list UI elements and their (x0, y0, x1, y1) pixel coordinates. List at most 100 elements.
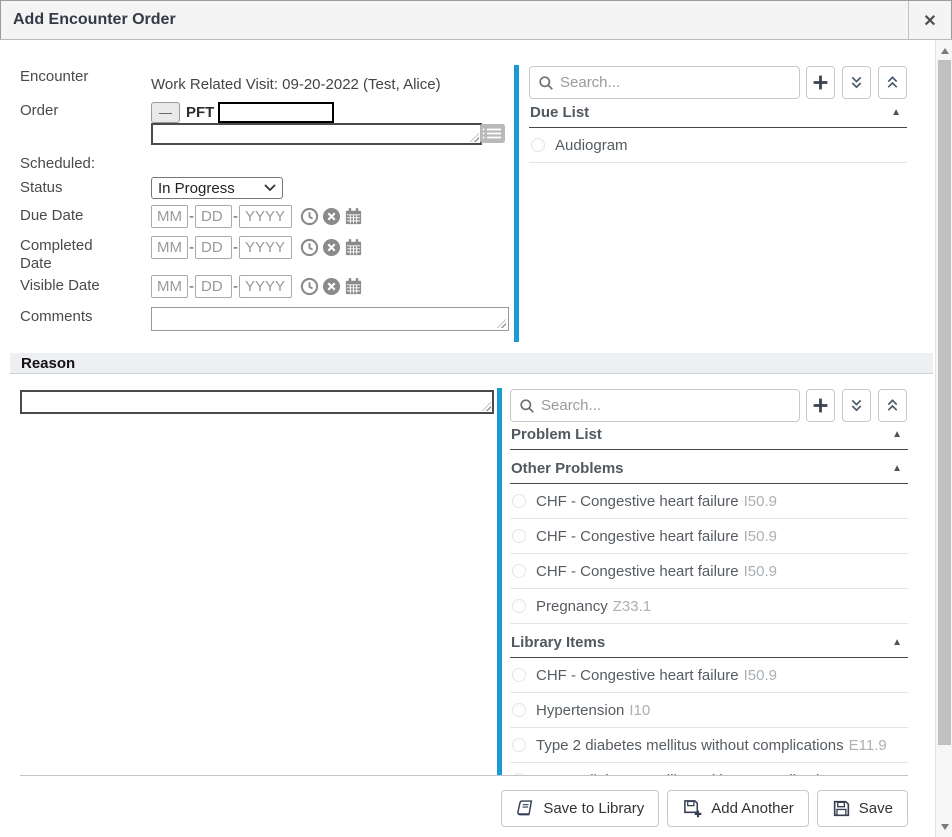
other-problems-title: Other Problems (511, 460, 624, 477)
due-collapse-all-button[interactable] (878, 66, 907, 99)
calendar-icon[interactable] (344, 277, 363, 296)
status-select[interactable]: In Progress (151, 177, 283, 199)
due-date-label: Due Date (20, 207, 122, 225)
calendar-icon[interactable] (344, 207, 363, 226)
library-item[interactable]: CHF - Congestive heart failureI50.9 (510, 658, 908, 693)
reason-input[interactable] (20, 390, 494, 414)
order-label: Order (20, 102, 122, 120)
scroll-up-icon (941, 48, 949, 54)
clock-icon[interactable] (300, 277, 319, 296)
problem-expand-all-button[interactable] (842, 389, 871, 422)
problem-collapse-all-button[interactable] (878, 389, 907, 422)
save-label: Save (859, 800, 893, 817)
save-button[interactable]: Save (817, 790, 908, 827)
order-secondary-input[interactable] (151, 123, 482, 145)
encounter-value: Work Related Visit: 09-20-2022 (Test, Al… (151, 76, 441, 93)
date-dash: - (189, 278, 194, 295)
plus-icon (812, 397, 829, 414)
footer-actions: Save to Library Add Another Save (501, 790, 908, 827)
plus-icon (812, 74, 829, 91)
radio-icon[interactable] (512, 703, 526, 717)
problem-name: CHF - Congestive heart failure (536, 667, 739, 684)
problem-item[interactable]: CHF - Congestive heart failureI50.9 (510, 554, 908, 589)
comments-input[interactable] (151, 307, 509, 331)
clock-icon[interactable] (300, 238, 319, 257)
double-chevron-up-icon (885, 75, 900, 90)
due-date-mm-input[interactable] (151, 205, 188, 228)
library-item[interactable]: Type 1 diabetes mellitus without complic… (510, 763, 908, 775)
reason-header: Reason (21, 355, 75, 372)
encounter-label: Encounter (20, 68, 122, 86)
library-items-title: Library Items (511, 634, 605, 651)
problem-search-box (510, 389, 800, 422)
due-date-yyyy-input[interactable] (239, 205, 292, 228)
completed-date-dd-input[interactable] (195, 236, 232, 259)
other-problems-header[interactable]: Other Problems ▲ (510, 460, 908, 484)
add-another-button[interactable]: Add Another (667, 790, 809, 827)
close-icon: ✕ (923, 11, 936, 31)
radio-icon[interactable] (512, 529, 526, 543)
comments-label: Comments (20, 308, 122, 326)
dialog-header: Add Encounter Order ✕ (0, 0, 952, 40)
order-chip-row: — PFT (151, 102, 334, 123)
chevron-down-icon (264, 184, 276, 192)
visible-date-mm-input[interactable] (151, 275, 188, 298)
problem-item[interactable]: PregnancyZ33.1 (510, 589, 908, 624)
problem-add-button[interactable] (806, 389, 835, 422)
due-date-dd-input[interactable] (195, 205, 232, 228)
comments-wrap (151, 307, 509, 331)
problem-name: Hypertension (536, 702, 624, 719)
minus-icon: — (159, 105, 172, 120)
clear-date-icon[interactable] (322, 238, 341, 257)
radio-icon[interactable] (531, 138, 545, 152)
dialog-title: Add Encounter Order (1, 11, 176, 29)
scroll-down-button[interactable] (936, 818, 952, 835)
problem-name: CHF - Congestive heart failure (536, 493, 739, 510)
panel-accent-bar (514, 65, 519, 342)
due-list-header[interactable]: Due List ▲ (529, 104, 907, 128)
completed-date-yyyy-input[interactable] (239, 236, 292, 259)
add-another-label: Add Another (711, 800, 794, 817)
clock-icon[interactable] (300, 207, 319, 226)
problem-code: Z33.1 (613, 598, 651, 615)
close-button[interactable]: ✕ (908, 1, 951, 40)
clear-date-icon[interactable] (322, 207, 341, 226)
visible-date-dd-input[interactable] (195, 275, 232, 298)
status-select-value: In Progress (158, 180, 235, 197)
remove-order-button[interactable]: — (151, 102, 180, 123)
radio-icon[interactable] (512, 668, 526, 682)
save-to-library-button[interactable]: Save to Library (501, 790, 659, 827)
completed-date-mm-input[interactable] (151, 236, 188, 259)
library-item[interactable]: HypertensionI10 (510, 693, 908, 728)
problem-name: Type 2 diabetes mellitus without complic… (536, 737, 844, 754)
radio-icon[interactable] (512, 494, 526, 508)
due-list-item[interactable]: Audiogram (529, 128, 907, 163)
visible-date-row: - - (151, 275, 363, 298)
order-chip: PFT (186, 104, 214, 121)
save-icon (832, 799, 851, 818)
radio-icon[interactable] (512, 564, 526, 578)
due-add-button[interactable] (806, 66, 835, 99)
order-list-button[interactable] (479, 122, 506, 145)
scrollbar-thumb[interactable] (938, 60, 951, 745)
due-item-label: Audiogram (555, 137, 628, 154)
radio-icon[interactable] (512, 738, 526, 752)
problem-search-input[interactable] (541, 397, 791, 414)
radio-icon[interactable] (512, 599, 526, 613)
problem-item[interactable]: CHF - Congestive heart failureI50.9 (510, 519, 908, 554)
collapse-icon: ▲ (892, 429, 902, 440)
visible-date-yyyy-input[interactable] (239, 275, 292, 298)
due-expand-all-button[interactable] (842, 66, 871, 99)
collapse-icon: ▲ (892, 637, 902, 648)
problem-code: I50.9 (744, 493, 777, 510)
library-items-header[interactable]: Library Items ▲ (510, 634, 908, 658)
problem-list-header[interactable]: Problem List ▲ (510, 426, 908, 450)
library-item[interactable]: Type 2 diabetes mellitus without complic… (510, 728, 908, 763)
order-input[interactable] (218, 102, 334, 123)
clear-date-icon[interactable] (322, 277, 341, 296)
vertical-scrollbar[interactable] (935, 40, 952, 837)
due-search-input[interactable] (560, 74, 791, 91)
problem-item[interactable]: CHF - Congestive heart failure I50.9 (510, 484, 908, 519)
calendar-icon[interactable] (344, 238, 363, 257)
scroll-up-button[interactable] (936, 42, 952, 59)
